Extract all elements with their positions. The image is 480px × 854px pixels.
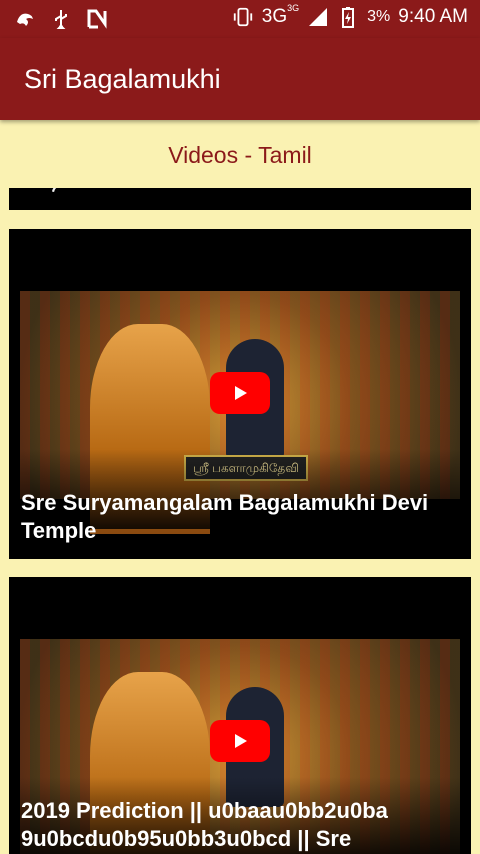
play-button[interactable] [210, 720, 270, 762]
video-title: Sre Suryamangalam Bagalamukhi Devi Templ… [21, 490, 429, 543]
app-title: Sri Bagalamukhi [24, 64, 221, 94]
signal-icon [307, 6, 329, 28]
battery-percent: 3% [367, 8, 391, 25]
video-card[interactable]: ஸ்ரீ பகளாமுகிதேவி Sre Suryamangalam Baga… [9, 229, 471, 559]
play-icon [235, 734, 247, 748]
vibrate-icon [232, 6, 254, 28]
network-type: 3G3G [261, 2, 300, 27]
clock: 9:40 AM [398, 6, 468, 27]
video-title: சஂகர காட்சி [21, 188, 130, 196]
status-bar: 3G3G 3% 9:40 AM [0, 0, 480, 38]
battery-charging-icon [337, 6, 359, 28]
bird-icon [14, 8, 36, 30]
app-bar: Sri Bagalamukhi [0, 38, 480, 120]
section-title: Videos - Tamil [168, 142, 312, 168]
video-card[interactable]: 2019 Prediction || u0baau0bb2u0ba 9u0bcd… [9, 577, 471, 854]
video-card[interactable]: சஂகர காட்சி [9, 188, 471, 210]
video-list[interactable]: சஂகர காட்சி ஸ்ரீ பகளாமுகிதேவி Sre Suryam… [0, 188, 480, 854]
play-button[interactable] [210, 372, 270, 414]
play-icon [235, 386, 247, 400]
video-title: 2019 Prediction || u0baau0bb2u0ba 9u0bcd… [21, 798, 388, 851]
usb-icon [50, 8, 72, 30]
n-icon [86, 8, 108, 30]
